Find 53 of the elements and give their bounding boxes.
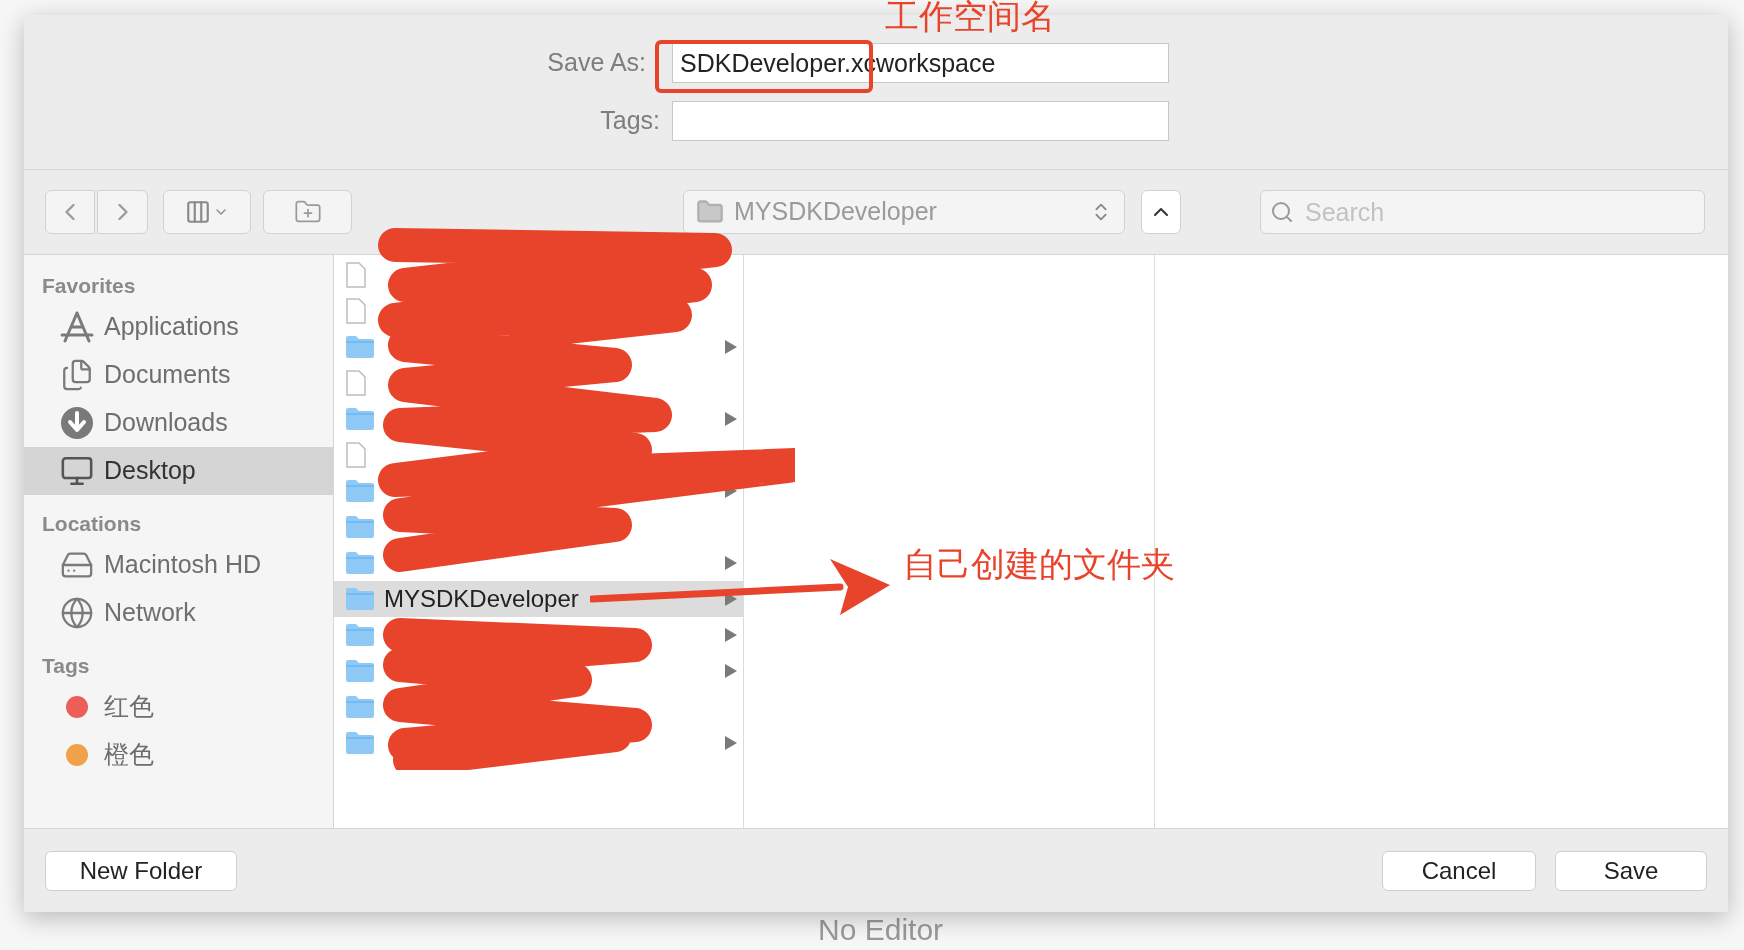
file-icon <box>346 262 366 288</box>
editor-placeholder-text: No Editor <box>818 912 944 948</box>
globe-icon <box>60 596 94 630</box>
sidebar-heading: Favorites <box>41 273 137 300</box>
sidebar-item[interactable]: Desktop <box>24 447 333 495</box>
tags-label: Tags: <box>599 105 661 137</box>
disclosure-icon <box>725 628 737 642</box>
annotation-text: 工作空间名 <box>885 0 1055 36</box>
file-icon <box>346 370 366 396</box>
folder-icon <box>346 588 374 610</box>
file-icon <box>346 298 366 324</box>
location-popup[interactable]: MYSDKDeveloper <box>683 190 1125 234</box>
sidebar-item[interactable]: Documents <box>24 351 333 399</box>
parent-folder-button[interactable] <box>1141 190 1181 234</box>
sidebar-item[interactable]: 红色 <box>24 683 333 731</box>
sidebar-item[interactable]: Downloads <box>24 399 333 447</box>
folder-icon <box>696 198 724 226</box>
folder-icon <box>346 660 374 682</box>
annotation-text: 自己创建的文件夹 <box>903 544 1175 585</box>
tags-field[interactable] <box>672 101 1169 141</box>
folder-icon <box>346 336 374 358</box>
folder-icon <box>346 408 374 430</box>
documents-icon <box>60 358 94 392</box>
disclosure-icon <box>725 412 737 426</box>
disclosure-icon <box>725 556 737 570</box>
sidebar-item[interactable]: 橙色 <box>24 731 333 779</box>
folder-icon <box>346 480 374 502</box>
file-icon <box>346 442 366 468</box>
new-folder-button[interactable] <box>263 190 352 234</box>
desktop-icon <box>60 454 94 488</box>
download-icon <box>60 406 94 440</box>
disclosure-icon <box>725 340 737 354</box>
folder-icon <box>346 552 374 574</box>
folder-icon <box>346 732 374 754</box>
disclosure-icon <box>725 664 737 678</box>
folder-icon <box>346 624 374 646</box>
save-as-label: Save As: <box>546 47 647 79</box>
folder-icon <box>346 516 374 538</box>
new-folder-button[interactable]: New Folder <box>45 850 237 891</box>
columns-icon <box>185 199 211 225</box>
sidebar-heading: Locations <box>41 511 143 538</box>
save-button[interactable]: Save <box>1555 850 1707 891</box>
compass-icon <box>60 311 94 343</box>
sidebar-item[interactable]: Applications <box>24 303 333 351</box>
folder-icon <box>346 696 374 718</box>
cancel-button[interactable]: Cancel <box>1382 850 1536 891</box>
sidebar-item[interactable]: Macintosh HD <box>24 541 333 589</box>
view-button[interactable] <box>163 190 251 234</box>
search-icon <box>1270 200 1294 224</box>
disclosure-icon <box>725 736 737 750</box>
sidebar-heading: Tags <box>41 653 91 680</box>
file-row[interactable]: MYSDKDeveloper <box>334 581 743 617</box>
sidebar-item[interactable]: Network <box>24 589 333 637</box>
